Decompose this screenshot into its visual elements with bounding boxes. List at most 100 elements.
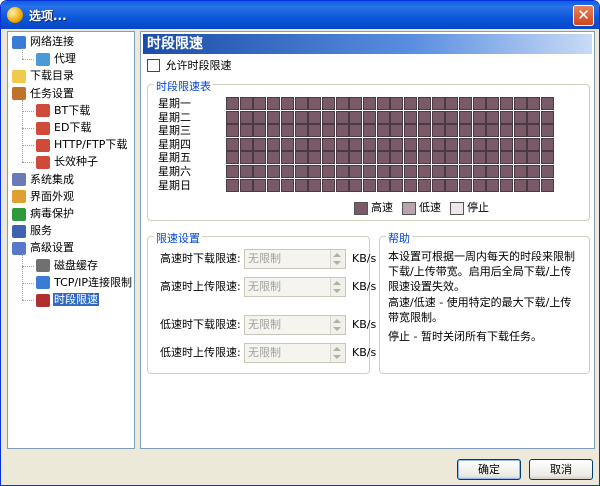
schedule-cell[interactable] [363,165,376,178]
schedule-cell[interactable] [541,165,555,178]
schedule-cell[interactable] [390,165,404,178]
schedule-cell[interactable] [363,151,376,165]
schedule-cell[interactable] [445,124,459,138]
schedule-cell[interactable] [267,110,281,124]
schedule-cell[interactable] [431,97,445,110]
tree-item-service[interactable]: 服务 [12,223,53,240]
schedule-cell[interactable] [294,178,308,192]
schedule-cell[interactable] [445,137,459,151]
spinner-down-icon[interactable] [333,327,341,331]
tree-item-network[interactable]: TCP/IP连接限制 [36,275,133,292]
schedule-cell[interactable] [541,124,555,138]
schedule-cell[interactable] [335,137,349,151]
schedule-cell[interactable] [239,110,253,124]
tree-item-schedule[interactable]: 时段限速 [36,292,99,309]
schedule-cell[interactable] [458,137,472,151]
schedule-cell[interactable] [239,165,253,178]
schedule-cell[interactable] [431,165,445,178]
schedule-cell[interactable] [280,151,294,165]
spinner-control[interactable] [330,316,345,334]
schedule-cell[interactable] [527,178,541,192]
schedule-cell[interactable] [486,97,500,110]
schedule-cell[interactable] [335,165,349,178]
schedule-cell[interactable] [349,178,363,192]
schedule-cell[interactable] [226,151,239,165]
schedule-cell[interactable] [472,137,486,151]
schedule-cell[interactable] [500,97,513,110]
schedule-cell[interactable] [253,137,267,151]
schedule-cell[interactable] [363,110,376,124]
schedule-cell[interactable] [417,165,431,178]
schedule-cell[interactable] [500,137,513,151]
schedule-cell[interactable] [363,97,376,110]
schedule-cell[interactable] [321,124,335,138]
schedule-cell[interactable] [417,137,431,151]
schedule-cell[interactable] [376,124,390,138]
schedule-cell[interactable] [253,124,267,138]
schedule-cell[interactable] [404,124,418,138]
spinner-control[interactable] [330,250,345,268]
schedule-cell[interactable] [376,165,390,178]
schedule-cell[interactable] [513,97,527,110]
schedule-cell[interactable] [294,97,308,110]
limit-input[interactable]: 无限制 [244,249,346,269]
schedule-cell[interactable] [308,151,322,165]
schedule-cell[interactable] [239,151,253,165]
schedule-cell[interactable] [349,165,363,178]
tree-item-appearance[interactable]: 界面外观 [12,189,75,206]
schedule-cell[interactable] [527,137,541,151]
schedule-cell[interactable] [390,124,404,138]
enable-schedule-row[interactable]: 允许时段限速 [147,58,232,72]
schedule-cell[interactable] [321,137,335,151]
schedule-cell[interactable] [321,165,335,178]
schedule-cell[interactable] [417,151,431,165]
schedule-cell[interactable] [486,124,500,138]
schedule-cell[interactable] [486,165,500,178]
spinner-up-icon[interactable] [333,253,341,257]
schedule-cell[interactable] [527,97,541,110]
schedule-cell[interactable] [541,137,555,151]
schedule-cell[interactable] [376,178,390,192]
spinner-down-icon[interactable] [333,261,341,265]
enable-schedule-checkbox[interactable] [147,58,160,72]
schedule-cell[interactable] [376,110,390,124]
schedule-cell[interactable] [349,137,363,151]
schedule-cell[interactable] [267,124,281,138]
schedule-cell[interactable] [513,124,527,138]
schedule-cell[interactable] [431,151,445,165]
schedule-cell[interactable] [527,151,541,165]
schedule-cell[interactable] [267,178,281,192]
schedule-cell[interactable] [349,124,363,138]
schedule-cell[interactable] [363,124,376,138]
schedule-cell[interactable] [472,124,486,138]
schedule-cell[interactable] [458,165,472,178]
limit-input[interactable]: 无限制 [244,277,346,297]
schedule-cell[interactable] [280,178,294,192]
schedule-cell[interactable] [253,165,267,178]
schedule-cell[interactable] [308,137,322,151]
spinner-up-icon[interactable] [333,319,341,323]
schedule-cell[interactable] [445,165,459,178]
schedule-cell[interactable] [541,110,555,124]
schedule-cell[interactable] [280,165,294,178]
schedule-cell[interactable] [363,137,376,151]
schedule-cell[interactable] [527,124,541,138]
schedule-cell[interactable] [500,124,513,138]
schedule-cell[interactable] [280,124,294,138]
schedule-cell[interactable] [458,178,472,192]
schedule-cell[interactable] [376,97,390,110]
schedule-cell[interactable] [417,97,431,110]
schedule-cell[interactable] [431,110,445,124]
schedule-cell[interactable] [431,124,445,138]
close-button[interactable]: ✕ [573,5,594,26]
schedule-cell[interactable] [308,165,322,178]
schedule-cell[interactable] [513,110,527,124]
schedule-cell[interactable] [308,178,322,192]
schedule-cell[interactable] [486,137,500,151]
schedule-cell[interactable] [226,137,239,151]
tree-item-folder[interactable]: 下载目录 [12,68,75,85]
schedule-cell[interactable] [280,137,294,151]
schedule-cell[interactable] [404,137,418,151]
schedule-cell[interactable] [500,178,513,192]
schedule-cell[interactable] [321,178,335,192]
